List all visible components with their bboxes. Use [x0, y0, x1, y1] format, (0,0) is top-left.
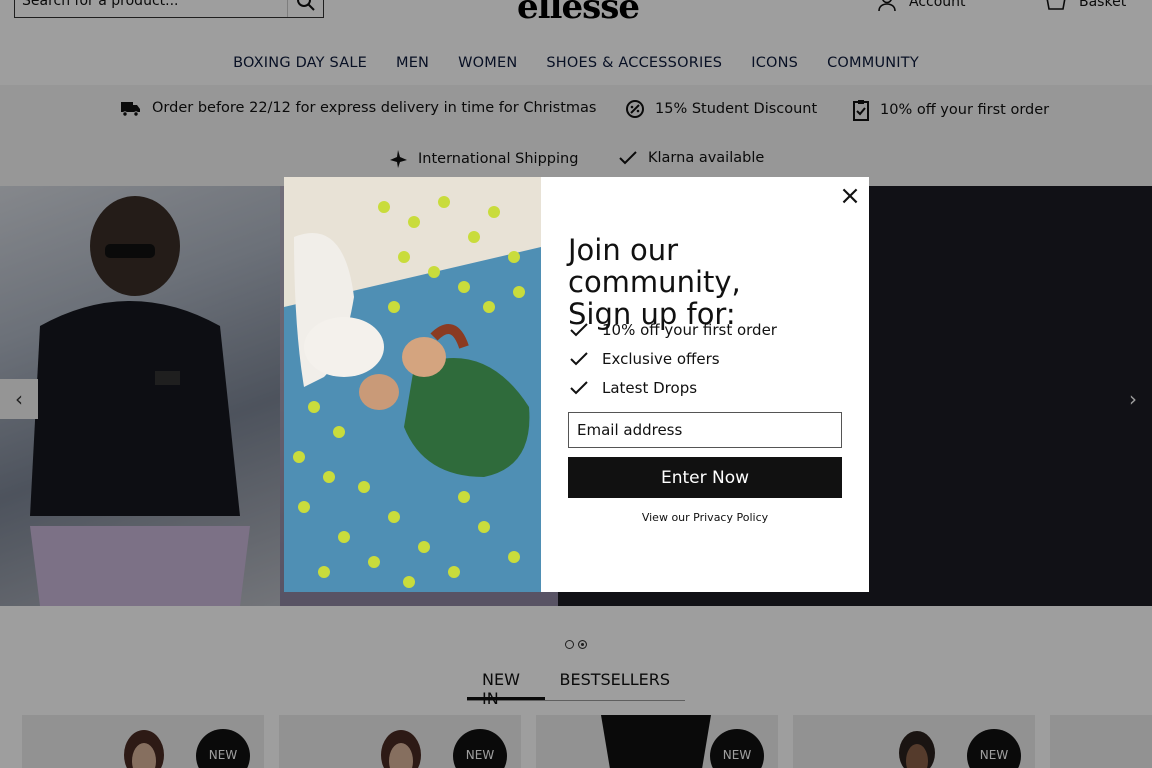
benefit-text: 10% off your first order: [602, 320, 777, 339]
benefit-item: 10% off your first order: [570, 315, 777, 344]
checkmark-icon: [570, 380, 588, 394]
tennis-balls-illustration: [284, 177, 541, 592]
modal-title-line-1: Join our community,: [568, 233, 741, 299]
benefit-text: Latest Drops: [602, 378, 698, 397]
privacy-policy-link[interactable]: View our Privacy Policy: [568, 511, 842, 524]
modal-image: [284, 177, 541, 592]
benefits-list: 10% off your first order Exclusive offer…: [570, 315, 777, 402]
enter-now-button[interactable]: Enter Now: [568, 457, 842, 498]
benefit-item: Latest Drops: [570, 373, 777, 402]
benefit-text: Exclusive offers: [602, 349, 720, 368]
benefit-item: Exclusive offers: [570, 344, 777, 373]
signup-modal: × Join our community, Sign up for: 10% o…: [284, 177, 869, 592]
close-button[interactable]: ×: [837, 181, 863, 211]
email-field[interactable]: [568, 412, 842, 448]
close-icon: ×: [839, 181, 861, 211]
checkmark-icon: [570, 351, 588, 365]
checkmark-icon: [570, 322, 588, 336]
